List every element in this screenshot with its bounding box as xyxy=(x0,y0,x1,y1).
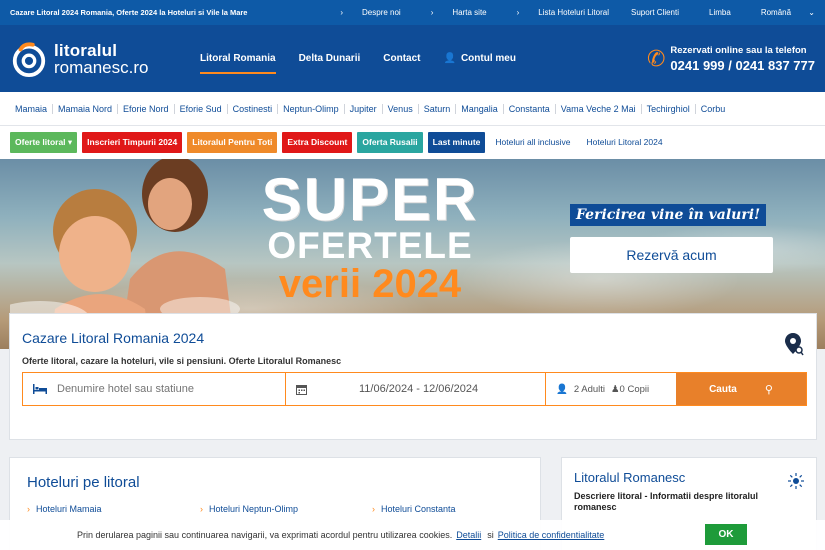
search-icon: ⚲ xyxy=(764,383,773,396)
top-link-hotel-list[interactable]: › Lista Hoteluri Litoral xyxy=(502,8,609,17)
date-range: 11/06/2024 - 12/06/2024 xyxy=(359,383,479,395)
offers-bar: Oferte litoral ▾ Inscrieri Timpurii 2024… xyxy=(0,126,825,159)
offer-link-all-inclusive[interactable]: Hoteluri all inclusive xyxy=(490,132,575,153)
info-card-title: Litoralul Romanesc xyxy=(574,470,686,485)
search-button[interactable]: Cauta ⚲ xyxy=(676,373,806,405)
phone-icon: ✆ xyxy=(646,45,666,71)
station-link[interactable]: Costinesti xyxy=(228,103,279,114)
main-header: litoralul romanesc.ro Litoral Romania De… xyxy=(0,25,825,92)
child-icon: ♟ xyxy=(611,383,620,395)
offer-button[interactable]: Oferte litoral ▾ xyxy=(10,132,78,153)
hotel-field[interactable] xyxy=(23,373,286,405)
station-link[interactable]: Techirghiol xyxy=(642,103,696,114)
logo-text-line2: romanesc.ro xyxy=(54,57,149,77)
station-link[interactable]: Eforie Nord xyxy=(118,103,175,114)
logo-text-line1: litoralul xyxy=(54,40,118,60)
children-count: 0 Copii xyxy=(619,383,650,395)
hero-line3: verii 2024 xyxy=(278,262,462,307)
search-card: Cazare Litoral Romania 2024 Oferte litor… xyxy=(9,313,817,440)
reserve-now-button[interactable]: Rezervă acum xyxy=(570,237,773,273)
map-pin-search-icon[interactable] xyxy=(784,332,804,356)
info-card-description: Descriere litoral - Informatii despre li… xyxy=(574,491,759,513)
station-link[interactable]: Mamaia Nord xyxy=(53,103,119,114)
hotel-search-input[interactable] xyxy=(57,383,257,395)
chevron-right-icon: › xyxy=(340,8,344,17)
phone-label: Rezervati online sau la telefon xyxy=(670,44,807,56)
adult-icon: 👤 xyxy=(556,383,568,395)
cookie-details-link[interactable]: Detalii xyxy=(456,530,481,540)
offer-button[interactable]: Oferta Rusalii xyxy=(357,132,423,153)
search-subtitle: Oferte litoral, cazare la hoteluri, vile… xyxy=(22,356,342,366)
station-link[interactable]: Saturn xyxy=(419,103,457,114)
chevron-down-icon: ⌄ xyxy=(808,8,815,17)
bed-icon xyxy=(33,384,47,394)
station-link[interactable]: Neptun-Olimp xyxy=(278,103,345,114)
offer-button[interactable]: Extra Discount xyxy=(282,132,353,153)
search-title: Cazare Litoral Romania 2024 xyxy=(22,330,205,346)
site-tagline: Cazare Litoral 2024 Romania, Oferte 2024… xyxy=(10,8,248,17)
user-icon: 👤 xyxy=(443,53,456,64)
cookie-ok-button[interactable]: OK xyxy=(705,524,747,545)
calendar-icon xyxy=(296,384,307,395)
language-label: Limba xyxy=(709,8,731,17)
station-link[interactable]: Jupiter xyxy=(345,103,383,114)
top-link-sitemap[interactable]: › Harta site xyxy=(416,8,487,17)
offer-button[interactable]: Inscrieri Timpurii 2024 xyxy=(82,132,183,153)
support-link[interactable]: Suport Clienti xyxy=(631,8,679,17)
phone-numbers: 0241 999 / 0241 837 777 xyxy=(670,57,815,73)
offer-button[interactable]: Litoralul Pentru Toti xyxy=(187,132,278,153)
hotel-link-constanta[interactable]: › Hoteluri Constanta xyxy=(372,504,456,514)
cookie-and-text: si xyxy=(487,530,494,540)
station-link[interactable]: Corbu xyxy=(696,104,731,114)
station-link[interactable]: Constanta xyxy=(504,103,556,114)
hero-line2: OFERTELE xyxy=(267,225,473,266)
privacy-policy-link[interactable]: Politica de confidentialitate xyxy=(498,530,605,540)
nav-contact[interactable]: Contact xyxy=(383,25,420,92)
offer-link-litoral-2024[interactable]: Hoteluri Litoral 2024 xyxy=(582,132,668,153)
search-bar: 11/06/2024 - 12/06/2024 👤 2 Adulti ♟ 0 C… xyxy=(22,372,807,406)
chevron-right-icon: › xyxy=(27,504,30,514)
chevron-right-icon: › xyxy=(200,504,203,514)
hero-slogan: Fericirea vine în valuri! xyxy=(570,204,767,226)
top-bar: Cazare Litoral 2024 Romania, Oferte 2024… xyxy=(0,0,825,25)
hero-line1: SUPER xyxy=(261,166,479,233)
logo-icon xyxy=(12,41,46,77)
station-link[interactable]: Mamaia xyxy=(15,103,54,114)
hotels-card-title: Hoteluri pe litoral xyxy=(27,474,140,491)
station-link[interactable]: Venus xyxy=(383,103,419,114)
top-links: › Despre noi › Harta site › Lista Hoteluri … xyxy=(310,8,815,17)
nav-litoral-romania[interactable]: Litoral Romania xyxy=(200,25,276,92)
dates-field[interactable]: 11/06/2024 - 12/06/2024 xyxy=(286,373,546,405)
main-nav: Litoral Romania Delta Dunarii Contact 👤 C… xyxy=(200,25,539,92)
hotel-link-neptun[interactable]: › Hoteluri Neptun-Olimp xyxy=(200,504,298,514)
station-link[interactable]: Vama Veche 2 Mai xyxy=(556,103,642,114)
nav-account[interactable]: 👤 Contul meu xyxy=(444,25,516,92)
chevron-right-icon: › xyxy=(372,504,375,514)
cookie-text: Prin derularea paginii sau continuarea n… xyxy=(77,530,453,540)
hero-headline: SUPER OFERTELE verii 2024 xyxy=(255,166,485,307)
nav-delta-dunarii[interactable]: Delta Dunarii xyxy=(299,25,361,92)
chevron-right-icon: › xyxy=(430,8,434,17)
sun-icon xyxy=(788,473,804,489)
station-link[interactable]: Eforie Sud xyxy=(175,103,228,114)
cookie-banner: Prin derularea paginii sau continuarea n… xyxy=(0,520,825,550)
top-link-about[interactable]: › Despre noi xyxy=(325,8,400,17)
chevron-right-icon: › xyxy=(516,8,520,17)
hotel-link-mamaia[interactable]: › Hoteluri Mamaia xyxy=(27,504,102,514)
offer-button[interactable]: Last minute xyxy=(427,132,486,153)
language-select[interactable]: Română ⌄ xyxy=(746,8,815,17)
adults-count: 2 Adulti xyxy=(573,383,606,395)
station-link[interactable]: Mangalia xyxy=(456,103,504,114)
guests-field[interactable]: 👤 2 Adulti ♟ 0 Copii xyxy=(546,373,676,405)
site-logo[interactable]: litoralul romanesc.ro xyxy=(10,40,190,78)
stations-nav: Mamaia Mamaia Nord Eforie Nord Eforie Su… xyxy=(0,92,825,126)
phone-contact[interactable]: ✆ Rezervati online sau la telefon 0241 9… xyxy=(647,45,815,73)
